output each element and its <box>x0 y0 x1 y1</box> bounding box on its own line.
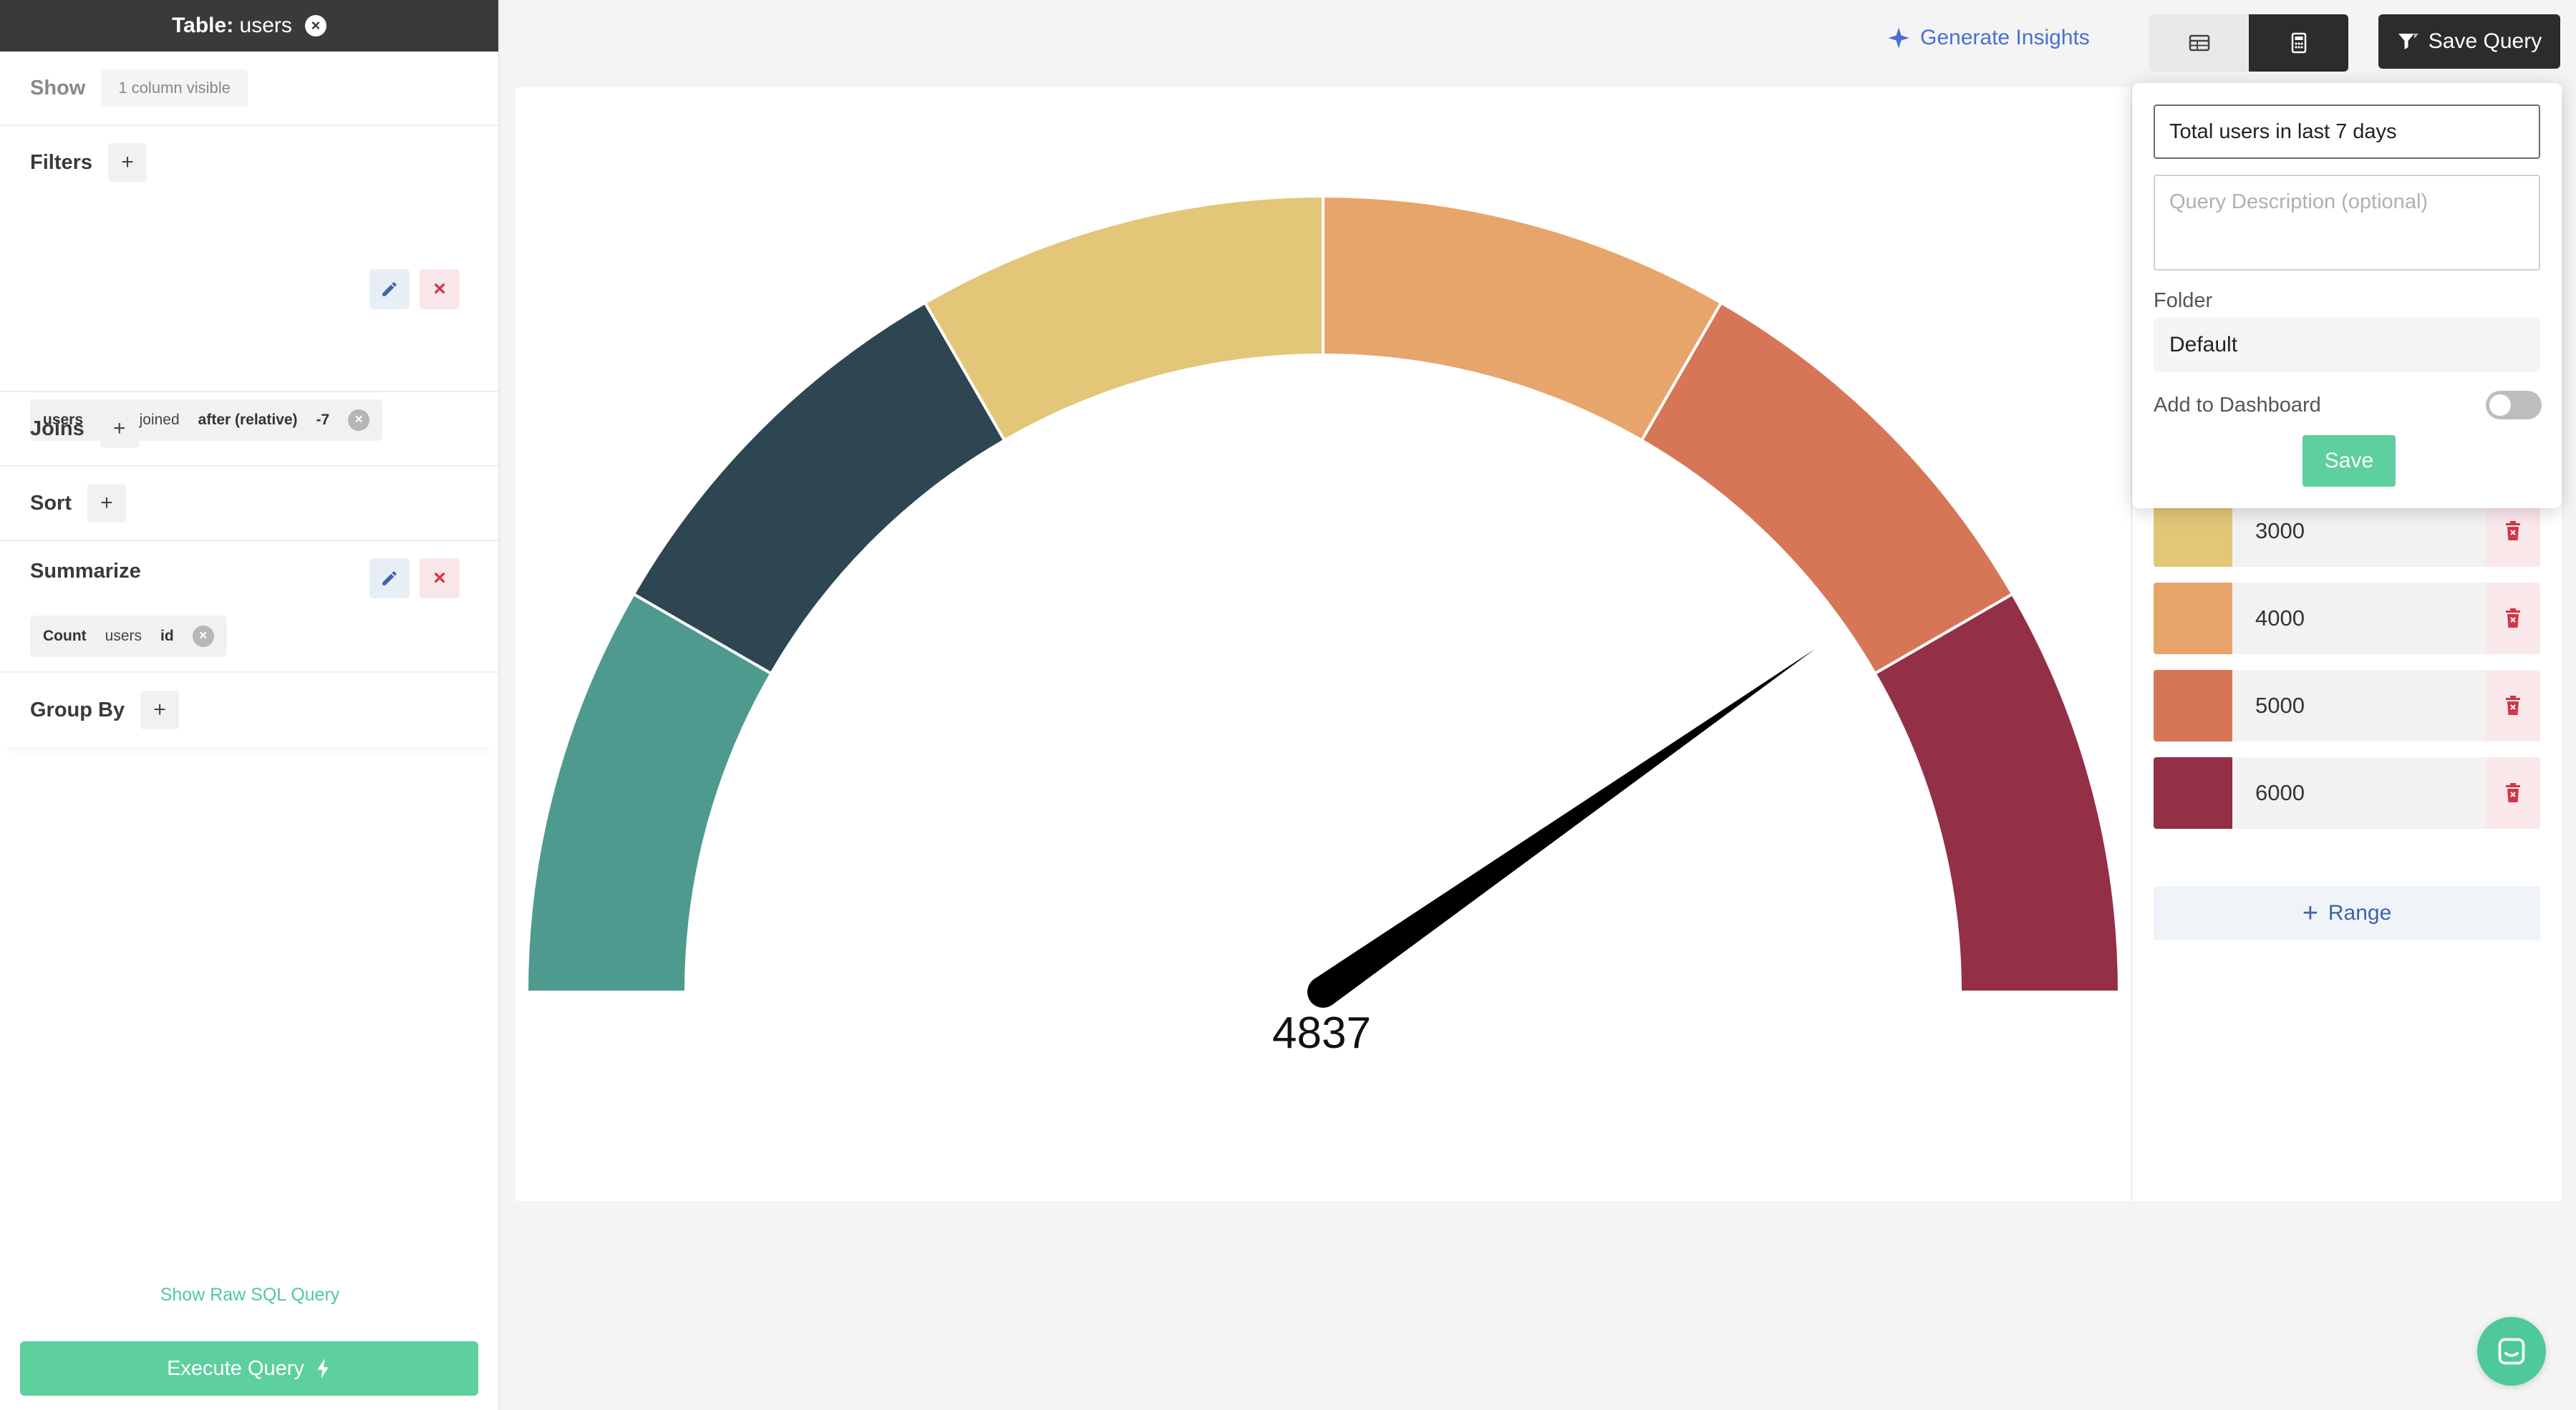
range-color-swatch[interactable] <box>2154 583 2232 654</box>
group-by-section: Group By + <box>0 673 498 747</box>
show-raw-sql-link[interactable]: Show Raw SQL Query <box>0 1285 500 1306</box>
summarize-func: Count <box>43 628 87 644</box>
gauge-chart: 4837 <box>525 194 2121 1058</box>
trash-icon <box>2506 608 2520 628</box>
table-view-button[interactable] <box>2149 14 2249 72</box>
sort-section: Sort + <box>0 467 498 541</box>
calculator-icon <box>2291 32 2306 54</box>
columns-visible-badge[interactable]: 1 column visible <box>101 69 248 107</box>
add-to-dashboard-label: Add to Dashboard <box>2154 394 2321 417</box>
sparkle-icon <box>1888 27 1909 49</box>
save-query-button[interactable]: Save Query <box>2378 14 2560 69</box>
add-range-label: Range <box>2328 901 2392 925</box>
popup-save-button[interactable]: Save <box>2303 435 2396 487</box>
table-name: users <box>239 14 292 37</box>
generate-insights-button[interactable]: Generate Insights <box>1887 26 2090 50</box>
filter-icon <box>2398 34 2418 49</box>
gauge-needle-hub <box>1307 976 1339 1008</box>
sort-title: Sort <box>30 491 72 515</box>
add-range-button[interactable]: + Range <box>2154 886 2540 940</box>
joins-section: Joins + <box>0 392 498 467</box>
range-color-swatch[interactable] <box>2154 670 2232 742</box>
range-row: 6000 <box>2154 757 2540 829</box>
delete-range-button[interactable] <box>2486 583 2540 654</box>
lightning-icon <box>317 1358 329 1379</box>
pencil-icon <box>382 571 397 585</box>
add-filter-button[interactable]: + <box>108 143 147 182</box>
execute-query-button[interactable]: Execute Query <box>20 1341 478 1396</box>
range-value-input[interactable]: 4000 <box>2232 583 2486 654</box>
gauge-value: 4837 <box>1272 1008 1371 1058</box>
filters-section: Filters + × users date_joined after (rel… <box>0 126 498 441</box>
gauge-needle <box>1307 648 1816 1008</box>
clear-table-icon[interactable]: × <box>304 15 326 37</box>
save-query-label: Save Query <box>2428 29 2542 53</box>
range-value-input[interactable]: 5000 <box>2232 670 2486 742</box>
joins-title: Joins <box>30 417 84 440</box>
delete-range-button[interactable] <box>2486 670 2540 742</box>
gauge-needle-shape <box>1314 648 1816 1006</box>
range-color-swatch[interactable] <box>2154 757 2232 829</box>
show-section: Show 1 column visible <box>0 52 498 126</box>
plus-icon: + <box>2302 898 2318 928</box>
remove-summarize-icon[interactable]: × <box>192 626 214 647</box>
view-toggle <box>2149 14 2348 72</box>
close-icon: × <box>433 566 446 590</box>
save-query-popover: Folder Default Add to Dashboard Save <box>2132 83 2562 508</box>
query-description-input[interactable] <box>2154 175 2540 271</box>
edit-summarize-button[interactable] <box>369 558 410 598</box>
show-title: Show <box>30 76 86 99</box>
query-name-input[interactable] <box>2154 104 2540 159</box>
gauge-segment <box>1640 301 2015 676</box>
chat-support-button[interactable] <box>2477 1317 2546 1386</box>
range-value-input[interactable]: 6000 <box>2232 757 2486 829</box>
close-icon: × <box>433 277 446 301</box>
summarize-table: users <box>105 628 142 644</box>
table-header: Table: users × <box>0 0 498 52</box>
edit-filter-button[interactable] <box>369 269 410 309</box>
chat-icon <box>2498 1338 2525 1365</box>
gauge-segment <box>1873 592 2121 993</box>
delete-range-button[interactable] <box>2486 757 2540 829</box>
toggle-knob <box>2489 394 2511 416</box>
delete-summarize-button[interactable]: × <box>420 558 460 598</box>
group-by-title: Group By <box>30 698 125 721</box>
trash-icon <box>2506 696 2520 715</box>
folder-label: Folder <box>2154 289 2213 312</box>
summarize-list: Count users id × <box>30 616 227 657</box>
table-icon <box>2189 34 2209 52</box>
gauge-segment <box>631 301 1007 676</box>
folder-select[interactable]: Default <box>2154 318 2540 372</box>
add-group-by-button[interactable]: + <box>140 691 180 729</box>
table-prefix: Table: <box>172 14 234 37</box>
visualization-view-button[interactable] <box>2249 14 2348 72</box>
pencil-icon <box>382 282 397 296</box>
range-row: 4000 <box>2154 583 2540 654</box>
summarize-pill[interactable]: Count users id × <box>30 616 227 657</box>
trash-icon <box>2506 783 2520 802</box>
add-join-button[interactable]: + <box>100 409 139 448</box>
gauge-segment <box>923 194 1325 442</box>
generate-insights-label: Generate Insights <box>1920 26 2090 49</box>
add-to-dashboard-toggle[interactable] <box>2486 391 2542 419</box>
filters-title: Filters <box>30 150 93 174</box>
execute-query-label: Execute Query <box>167 1356 304 1380</box>
query-builder-sidebar: Table: users × Show 1 column visible Fil… <box>0 0 500 1410</box>
delete-filter-button[interactable]: × <box>420 269 460 309</box>
summarize-section: Summarize × Count users id × <box>0 541 498 673</box>
summarize-column: id <box>160 628 174 644</box>
add-sort-button[interactable]: + <box>87 484 126 522</box>
summarize-title: Summarize <box>30 560 141 583</box>
range-row: 5000 <box>2154 670 2540 742</box>
trash-icon <box>2506 521 2520 540</box>
